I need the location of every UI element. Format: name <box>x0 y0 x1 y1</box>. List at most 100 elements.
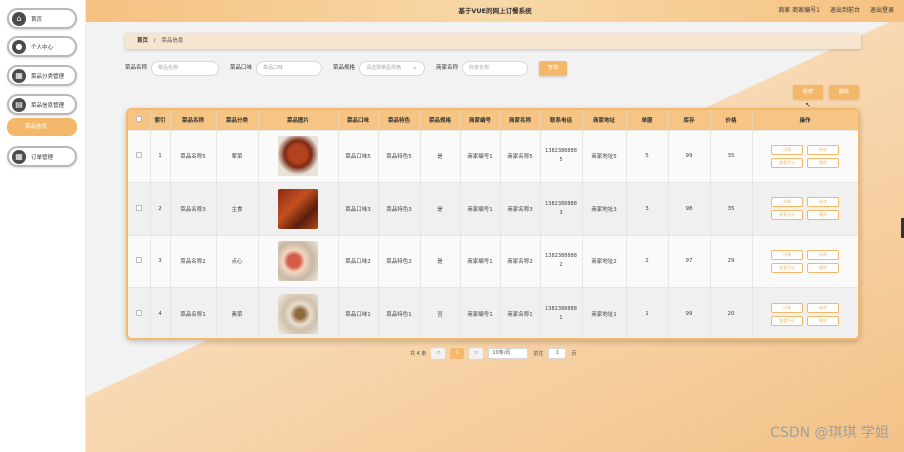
cell-category: 点心 <box>216 234 259 288</box>
column-header: 菜品分类 <box>216 110 259 130</box>
column-header: 单服 <box>626 110 669 130</box>
breadcrumb-home[interactable]: 首页 <box>137 38 148 44</box>
dish-image <box>278 241 318 282</box>
dish-image <box>278 188 318 229</box>
cell-address: 商家地址5 <box>582 129 627 183</box>
cell-dish-name: 菜品名称5 <box>170 129 217 183</box>
home-icon: ⌂ <box>12 11 26 26</box>
cell-address: 商家地址2 <box>582 234 627 288</box>
review-button[interactable]: 查看评论 <box>771 262 803 273</box>
edit-button[interactable]: 修改 <box>807 144 839 155</box>
row-checkbox[interactable] <box>128 182 151 235</box>
cell-taste: 菜品口味3 <box>338 182 379 235</box>
cell-actions: 详情 修改 查看评论 删除 <box>752 287 858 338</box>
cell-price: 29 <box>710 234 753 288</box>
cell-actions: 详情 修改 查看评论 删除 <box>752 129 858 183</box>
cell-shop-no: 商家编号1 <box>460 234 501 288</box>
prev-page-button[interactable]: < <box>431 348 446 359</box>
grid-icon: ▦ <box>12 149 26 164</box>
detail-button[interactable]: 详情 <box>771 144 803 155</box>
review-button[interactable]: 查看评论 <box>771 157 803 168</box>
cell-single: 3 <box>626 182 669 235</box>
sidebar-item-orders[interactable]: ▦ 订单管理 <box>7 146 77 167</box>
cell-stock: 97 <box>668 234 711 288</box>
cell-stock: 99 <box>668 129 711 183</box>
search-button[interactable]: 查询 <box>539 61 567 76</box>
row-delete-button[interactable]: 删除 <box>807 262 839 273</box>
cell-address: 商家地址3 <box>582 182 627 235</box>
pagination-total: 共 4 条 <box>410 351 427 357</box>
dish-name-label: 菜品名称 <box>125 65 148 71</box>
dish-taste-input[interactable]: 菜品口味 <box>256 61 322 76</box>
edit-button[interactable]: 修改 <box>807 302 839 313</box>
cell-shop-no: 商家编号1 <box>460 129 501 183</box>
cell-taste: 菜品口味5 <box>338 129 379 183</box>
row-delete-button[interactable]: 删除 <box>807 315 839 326</box>
topbar: 基于VUE的网上订餐系统 商家 商家编号1 退出到前台 退出登录 <box>86 0 904 22</box>
cell-shop-name: 商家名称3 <box>500 182 541 235</box>
table-row: 2 菜品名称3 主食 菜品口味3 菜品特色3 是 商家编号1 商家名称3 138… <box>128 182 858 235</box>
cell-shop-name: 商家名称5 <box>500 129 541 183</box>
cell-single: 5 <box>626 129 669 183</box>
dish-image <box>278 294 318 334</box>
page-number-button[interactable]: 1 <box>450 348 465 359</box>
sidebar-item-category[interactable]: ▦ 菜品分类管理 <box>7 65 77 86</box>
cell-spec: 是 <box>420 129 461 183</box>
page-size-select[interactable]: 10条/页 <box>488 348 529 359</box>
dish-name-input[interactable]: 菜品名称 <box>151 61 219 76</box>
detail-button[interactable]: 详情 <box>771 197 803 208</box>
delete-button[interactable]: 删除 <box>829 85 859 99</box>
sidebar-subitem-dish-info[interactable]: 菜品信息 <box>7 118 77 136</box>
select-all-checkbox[interactable] <box>128 110 151 130</box>
cell-image <box>258 234 339 288</box>
table-header-row: 索引 菜品名称 菜品分类 菜品图片 菜品口味 菜品特色 菜品规格 商家编号 商家… <box>128 110 858 130</box>
sidebar-item-profile[interactable]: ● 个人中心 <box>7 36 77 57</box>
dish-taste-label: 菜品口味 <box>230 65 253 71</box>
cell-stock: 99 <box>668 287 711 338</box>
pagination: 共 4 条 < 1 > 10条/页 前往 1 页 <box>410 348 576 359</box>
cell-feature: 菜品特色2 <box>378 234 421 288</box>
dish-spec-select[interactable]: 请选择菜品规格 <box>359 61 425 76</box>
cell-stock: 98 <box>668 182 711 235</box>
review-button[interactable]: 查看评论 <box>771 315 803 326</box>
cell-single: 2 <box>626 234 669 288</box>
cell-category: 素菜 <box>216 287 259 338</box>
edit-button[interactable]: 修改 <box>807 197 839 208</box>
cell-phone: 13823888883 <box>540 182 583 235</box>
back-to-front-link[interactable]: 退出到前台 <box>830 0 860 22</box>
column-header: 联系电话 <box>540 110 583 130</box>
sidebar-item-dish[interactable]: ▤ 菜品信息管理 <box>7 94 77 115</box>
shop-name-label: 商家名称 <box>436 65 459 71</box>
user-info: 商家 商家编号1 <box>778 7 820 14</box>
logout-link[interactable]: 退出登录 <box>870 0 894 22</box>
cell-taste: 菜品口味2 <box>338 234 379 288</box>
detail-button[interactable]: 详情 <box>771 302 803 313</box>
sidebar-item-home[interactable]: ⌂ 首页 <box>7 8 77 29</box>
row-delete-button[interactable]: 删除 <box>807 210 839 221</box>
cell-image <box>258 129 339 183</box>
cell-feature: 菜品特色3 <box>378 182 421 235</box>
row-checkbox[interactable] <box>128 129 151 183</box>
edit-button[interactable]: 修改 <box>807 249 839 260</box>
sidebar-item-label: 个人中心 <box>31 44 54 51</box>
jump-label: 前往 <box>533 351 544 357</box>
review-button[interactable]: 查看评论 <box>771 210 803 221</box>
cell-single: 1 <box>626 287 669 338</box>
next-page-button[interactable]: > <box>469 348 484 359</box>
breadcrumb-separator: / <box>153 38 156 44</box>
sidebar-item-label: 菜品信息管理 <box>31 102 65 109</box>
row-checkbox[interactable] <box>128 234 151 288</box>
cell-dish-name: 菜品名称3 <box>170 182 217 235</box>
dish-image <box>278 136 318 177</box>
add-button[interactable]: 新增 <box>793 85 823 99</box>
jump-page-input[interactable]: 1 <box>548 348 567 359</box>
detail-button[interactable]: 详情 <box>771 249 803 260</box>
row-delete-button[interactable]: 删除 <box>807 157 839 168</box>
dish-icon: ▤ <box>12 97 26 112</box>
cell-address: 商家地址1 <box>582 287 627 338</box>
shop-name-input[interactable]: 商家名称 <box>462 61 528 76</box>
cell-shop-no: 商家编号1 <box>460 287 501 338</box>
cell-feature: 菜品特色1 <box>378 287 421 338</box>
row-checkbox[interactable] <box>128 287 151 338</box>
column-header: 操作 <box>752 110 858 130</box>
